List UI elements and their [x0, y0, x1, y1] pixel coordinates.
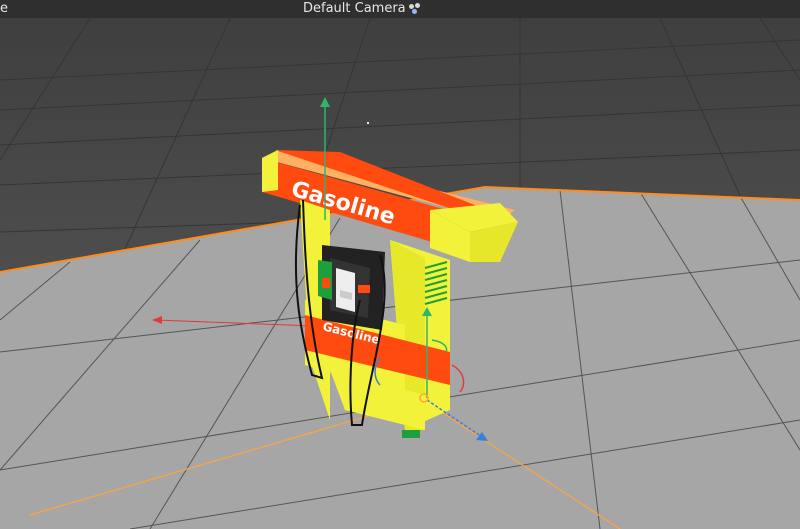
scene-canvas[interactable]: Gasoline Gasoline: [0, 0, 800, 529]
camera-label[interactable]: Default Camera: [303, 0, 406, 18]
viewport-header: e Default Camera: [0, 0, 800, 18]
clipped-label: e: [0, 1, 8, 16]
camera-options-icon[interactable]: [408, 3, 421, 15]
y-axis-arrow-icon[interactable]: [320, 97, 330, 107]
camera-selector[interactable]: Default Camera: [303, 0, 421, 18]
viewport-cursor-dot: [367, 122, 369, 124]
3d-viewport[interactable]: Gasoline Gasoline e Default Camera: [0, 0, 800, 529]
